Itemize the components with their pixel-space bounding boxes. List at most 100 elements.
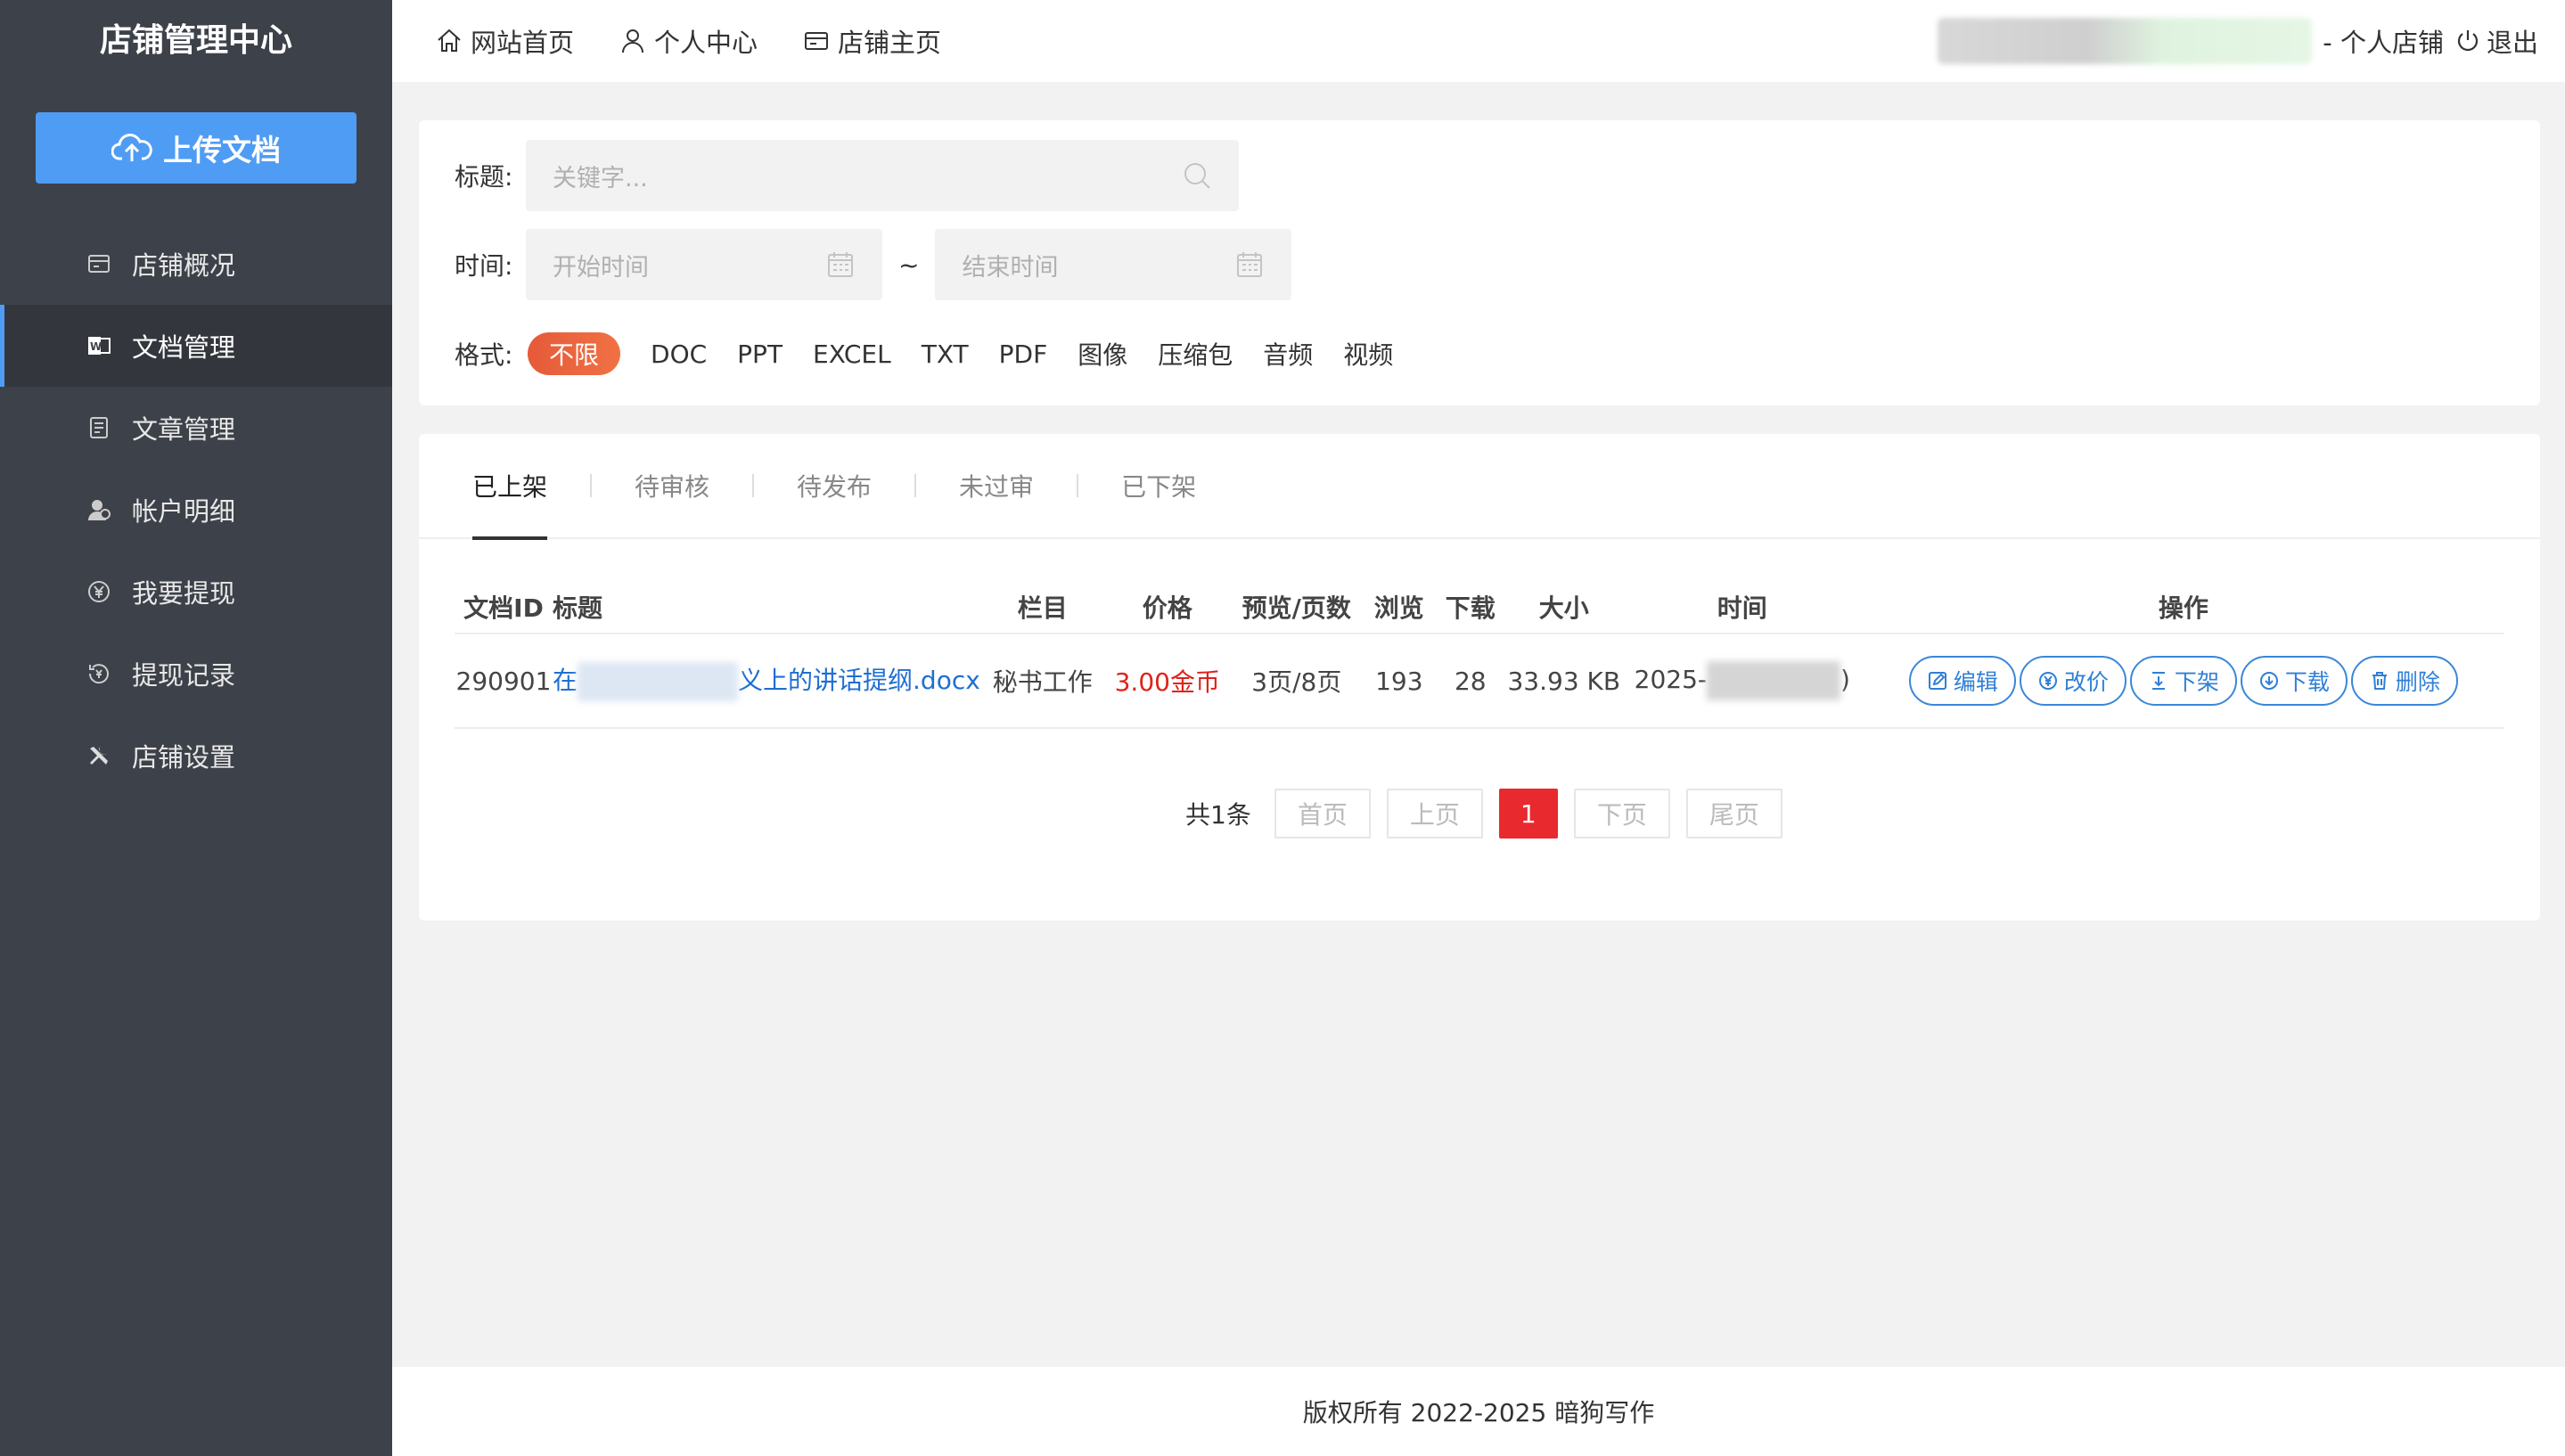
redacted-time-segment bbox=[1707, 661, 1841, 700]
sidebar-item-label: 提现记录 bbox=[132, 660, 236, 691]
sidebar-item-label: 店铺设置 bbox=[132, 742, 236, 773]
sidebar-item-document-management[interactable]: W 文档管理 bbox=[0, 305, 392, 387]
search-icon[interactable] bbox=[1182, 160, 1212, 191]
table-header-row: 文档ID 标题 栏目 价格 预览/页数 浏览 下载 大小 时间 操作 bbox=[455, 580, 2504, 634]
nav-link-personal-center[interactable]: 个人中心 bbox=[619, 22, 758, 60]
start-time-input[interactable]: 开始时间 bbox=[526, 229, 882, 300]
sidebar-item-withdraw-records[interactable]: 提现记录 bbox=[0, 633, 392, 715]
sidebar-item-label: 店铺概况 bbox=[132, 250, 236, 281]
nav-link-site-home[interactable]: 网站首页 bbox=[435, 22, 574, 60]
change-price-button[interactable]: 改价 bbox=[2019, 656, 2127, 706]
personal-shop-link[interactable]: - 个人店铺 bbox=[2323, 22, 2444, 60]
delete-button[interactable]: 删除 bbox=[2350, 656, 2458, 706]
edit-button[interactable]: 编辑 bbox=[1908, 656, 2016, 706]
nav-link-label: 店铺主页 bbox=[838, 28, 942, 58]
tab-pending-review[interactable]: 待审核 bbox=[635, 433, 709, 538]
sidebar-title: 店铺管理中心 bbox=[99, 22, 292, 59]
upload-document-button[interactable]: 上传文档 bbox=[36, 112, 356, 184]
footer: 版权所有 2022-2025 暗狗写作 bbox=[392, 1367, 2565, 1456]
sidebar-item-shop-overview[interactable]: 店铺概况 bbox=[0, 223, 392, 305]
change-price-label: 改价 bbox=[2063, 669, 2109, 695]
next-page-button[interactable]: 下页 bbox=[1573, 789, 1670, 838]
tab-divider bbox=[752, 474, 755, 497]
format-option-pdf[interactable]: PDF bbox=[999, 339, 1048, 369]
sidebar-item-label: 文档管理 bbox=[132, 332, 236, 363]
article-icon bbox=[86, 414, 112, 441]
first-page-button[interactable]: 首页 bbox=[1274, 789, 1371, 838]
cell-views: 193 bbox=[1363, 634, 1435, 729]
format-option-ppt[interactable]: PPT bbox=[737, 339, 783, 369]
prev-page-button[interactable]: 上页 bbox=[1386, 789, 1483, 838]
cell-preview-pages: 3页/8页 bbox=[1229, 634, 1364, 729]
pagination: 共1条 首页 上页 1 下页 尾页 bbox=[1185, 789, 1782, 838]
cell-size: 33.93 KB bbox=[1505, 634, 1622, 729]
last-page-button[interactable]: 尾页 bbox=[1685, 789, 1782, 838]
column-header-actions: 操作 bbox=[1862, 580, 2504, 634]
document-list-panel: 已上架 待审核 待发布 未过审 已下架 文档ID 标题 栏目 价格 预览/页数 … bbox=[419, 434, 2540, 920]
edit-icon bbox=[1928, 672, 1946, 690]
date-range-separator: ~ bbox=[898, 249, 920, 280]
tab-divider bbox=[914, 474, 917, 497]
column-header-title: 标题 bbox=[553, 580, 980, 634]
user-area: - 个人店铺 退出 bbox=[1938, 0, 2538, 82]
document-title-link[interactable]: 在 义上的讲话提纲.docx bbox=[553, 634, 980, 729]
column-header-size: 大小 bbox=[1505, 580, 1622, 634]
end-time-input[interactable]: 结束时间 bbox=[935, 229, 1292, 300]
logout-button[interactable]: 退出 bbox=[2454, 22, 2538, 60]
nav-link-label: 个人中心 bbox=[654, 28, 758, 58]
logout-label: 退出 bbox=[2486, 28, 2538, 58]
format-option-excel[interactable]: EXCEL bbox=[813, 339, 891, 369]
tab-listed[interactable]: 已上架 bbox=[472, 433, 548, 540]
home-icon bbox=[438, 29, 461, 52]
cell-doc-id: 290901 bbox=[455, 634, 553, 729]
tab-unlisted[interactable]: 已下架 bbox=[1121, 433, 1196, 538]
format-option-doc[interactable]: DOC bbox=[651, 339, 707, 369]
calendar-icon bbox=[1237, 252, 1263, 277]
format-option-txt[interactable]: TXT bbox=[922, 339, 969, 369]
tab-pending-publish[interactable]: 待发布 bbox=[797, 433, 872, 538]
document-table: 文档ID 标题 栏目 价格 预览/页数 浏览 下载 大小 时间 操作 29090… bbox=[455, 580, 2504, 729]
upload-label: 上传文档 bbox=[163, 133, 281, 168]
tab-divider bbox=[590, 474, 593, 497]
column-header-id: 文档ID bbox=[455, 580, 553, 634]
format-option-audio[interactable]: 音频 bbox=[1263, 336, 1313, 372]
title-search-input[interactable]: 关键字... bbox=[526, 140, 1239, 211]
trash-icon bbox=[2372, 672, 2387, 690]
format-option-all[interactable]: 不限 bbox=[528, 332, 621, 375]
shop-icon bbox=[805, 32, 829, 50]
nav-link-shop-home[interactable]: 店铺主页 bbox=[802, 22, 941, 60]
title-filter-row: 标题: 关键字... bbox=[455, 140, 1239, 211]
delete-label: 删除 bbox=[2395, 669, 2440, 695]
cell-downloads: 28 bbox=[1434, 634, 1506, 729]
tab-divider bbox=[1077, 474, 1079, 497]
unshelve-button[interactable]: 下架 bbox=[2129, 656, 2237, 706]
yuan-icon bbox=[86, 578, 112, 605]
edit-label: 编辑 bbox=[1953, 669, 1998, 695]
cloud-upload-icon bbox=[111, 134, 152, 161]
tab-rejected[interactable]: 未过审 bbox=[959, 433, 1034, 538]
cell-price: 3.00金币 bbox=[1104, 634, 1230, 729]
column-header-preview-pages: 预览/页数 bbox=[1229, 580, 1364, 634]
column-header-category: 栏目 bbox=[979, 580, 1105, 634]
cell-time: 2025-) bbox=[1621, 634, 1863, 729]
sidebar-item-withdraw[interactable]: 我要提现 bbox=[0, 551, 392, 633]
title-search-placeholder: 关键字... bbox=[553, 164, 648, 192]
download-button[interactable]: 下载 bbox=[2240, 656, 2348, 706]
format-filter-row: 格式: 不限 DOC PPT EXCEL TXT PDF 图像 压缩包 音频 视… bbox=[455, 332, 1423, 375]
sidebar-item-label: 帐户明细 bbox=[132, 496, 236, 527]
time-filter-label: 时间: bbox=[455, 251, 513, 281]
download-icon bbox=[2259, 672, 2278, 690]
sidebar-item-article-management[interactable]: 文章管理 bbox=[0, 387, 392, 469]
copyright-text: 版权所有 2022-2025 暗狗写作 bbox=[1302, 1398, 1655, 1427]
format-option-video[interactable]: 视频 bbox=[1343, 336, 1393, 372]
format-option-image[interactable]: 图像 bbox=[1078, 336, 1127, 372]
current-page-button[interactable]: 1 bbox=[1498, 789, 1558, 838]
nav-link-label: 网站首页 bbox=[471, 28, 575, 58]
time-start: 2025- bbox=[1634, 665, 1708, 694]
end-time-placeholder: 结束时间 bbox=[962, 253, 1059, 282]
start-time-placeholder: 开始时间 bbox=[553, 253, 649, 282]
sidebar-item-shop-settings[interactable]: 店铺设置 bbox=[0, 715, 392, 797]
sidebar-item-account-details[interactable]: 帐户明细 bbox=[0, 469, 392, 551]
format-option-archive[interactable]: 压缩包 bbox=[1158, 336, 1233, 372]
status-tabs: 已上架 待审核 待发布 未过审 已下架 bbox=[419, 433, 2540, 540]
